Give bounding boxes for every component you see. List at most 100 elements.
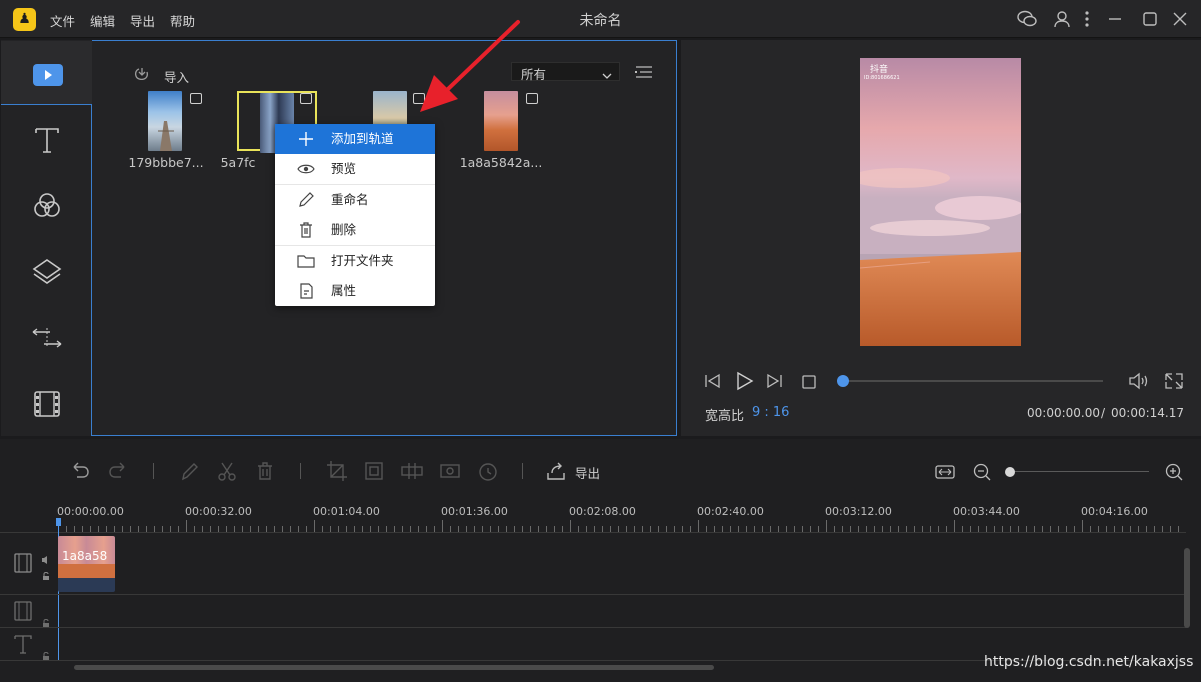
track-divider — [0, 627, 1186, 628]
undo-icon[interactable] — [68, 459, 92, 488]
wechat-icon[interactable] — [1017, 10, 1037, 28]
redo-icon[interactable] — [106, 459, 130, 488]
zoom-slider-track[interactable] — [1008, 471, 1149, 472]
timeline-timestamp: 00:03:44.00 — [953, 505, 1020, 518]
chevron-down-icon — [601, 66, 613, 79]
timeline-timestamp: 00:01:04.00 — [313, 505, 380, 518]
filter-icon[interactable] — [30, 190, 64, 222]
play-icon[interactable] — [734, 371, 754, 391]
timeline-timestamp: 00:00:00.00 — [57, 505, 124, 518]
ruler-baseline — [0, 532, 1186, 533]
timeline-clip[interactable]: 1a8a58 — [58, 536, 115, 592]
zoom-frame-icon[interactable] — [362, 459, 386, 488]
list-view-icon[interactable] — [634, 64, 654, 80]
time-total: 00:00:14.17 — [1111, 406, 1184, 420]
title-bar: ♟ 文件 编辑 导出 帮助 未命名 — [0, 0, 1201, 38]
more-icon[interactable] — [1077, 10, 1097, 28]
toolbar-separator — [300, 463, 301, 479]
video-watermark-id: ID:801686621 — [864, 75, 900, 81]
watermark-text: https://blog.csdn.net/kakaxjss — [984, 654, 1194, 670]
video-preview[interactable]: 抖音 ID:801686621 — [860, 58, 1021, 346]
timeline-timestamp: 00:02:40.00 — [697, 505, 764, 518]
export-icon[interactable] — [544, 459, 568, 488]
close-icon[interactable] — [1170, 10, 1190, 28]
mosaic-icon[interactable] — [400, 459, 424, 488]
text-icon[interactable] — [30, 124, 64, 156]
film-badge-icon — [300, 93, 312, 104]
next-frame-icon[interactable] — [766, 373, 784, 389]
video-track-icon — [12, 552, 34, 579]
context-properties[interactable]: 属性 — [275, 276, 435, 306]
progress-knob[interactable] — [837, 375, 849, 387]
context-open-folder[interactable]: 打开文件夹 — [275, 246, 435, 276]
duration-icon[interactable] — [476, 459, 500, 488]
import-button[interactable]: 导入 — [164, 67, 189, 86]
menu-help[interactable]: 帮助 — [170, 11, 195, 30]
volume-icon[interactable] — [1128, 372, 1150, 390]
toolbar-separator — [522, 463, 523, 479]
timeline-timestamp: 00:01:36.00 — [441, 505, 508, 518]
media-name-2[interactable]: 5a7fc — [203, 155, 273, 170]
timeline-timestamp: 00:00:32.00 — [185, 505, 252, 518]
prev-frame-icon[interactable] — [703, 373, 721, 389]
playhead-handle[interactable] — [56, 518, 61, 526]
timeline-timestamp: 00:04:16.00 — [1081, 505, 1148, 518]
toolbar-separator — [153, 463, 154, 479]
aspect-ratio-label: 宽高比 — [705, 409, 745, 424]
stop-icon[interactable] — [801, 374, 817, 389]
crop-icon[interactable] — [325, 459, 349, 488]
track-volume-icon[interactable] — [41, 550, 51, 564]
user-icon[interactable] — [1052, 10, 1072, 28]
overlay-track-icon — [12, 600, 34, 627]
transition-icon[interactable] — [30, 322, 64, 354]
filter-dropdown[interactable]: 所有 — [511, 62, 620, 82]
zoom-slider-knob[interactable] — [1005, 467, 1015, 477]
app-logo-icon: ♟ — [13, 8, 36, 31]
timeline-ruler[interactable] — [58, 520, 1188, 532]
film-badge-icon — [190, 93, 202, 104]
zoom-out-icon[interactable] — [972, 462, 992, 482]
fullscreen-icon[interactable] — [1164, 372, 1184, 390]
track-lock-icon[interactable] — [41, 613, 51, 627]
overlay-icon[interactable] — [30, 256, 64, 288]
freeze-frame-icon[interactable] — [438, 459, 462, 488]
filter-selected: 所有 — [521, 67, 547, 82]
context-delete[interactable]: 删除 — [275, 215, 435, 245]
film-badge-icon — [413, 93, 425, 104]
time-separator: / — [1101, 406, 1106, 420]
aspect-ratio-value[interactable]: 9 : 16 — [752, 405, 789, 420]
film-icon[interactable] — [30, 388, 64, 420]
progress-track[interactable] — [843, 380, 1103, 382]
zoom-in-icon[interactable] — [1164, 462, 1184, 482]
import-icon[interactable] — [133, 66, 151, 82]
sidebar-divider — [91, 104, 92, 436]
context-preview[interactable]: 预览 — [275, 154, 435, 184]
maximize-icon[interactable] — [1140, 10, 1160, 28]
timeline-timestamp: 00:03:12.00 — [825, 505, 892, 518]
minimize-icon[interactable] — [1105, 10, 1125, 28]
sidebar-divider-top — [1, 104, 92, 105]
context-add-to-track[interactable]: 添加到轨道 — [275, 124, 435, 154]
track-divider — [0, 594, 1186, 595]
fit-timeline-icon[interactable] — [934, 463, 956, 481]
properties-icon — [297, 276, 315, 316]
menu-edit[interactable]: 编辑 — [90, 11, 115, 30]
track-lock-icon[interactable] — [41, 566, 51, 580]
trash-icon[interactable] — [253, 459, 277, 488]
menu-export[interactable]: 导出 — [130, 11, 155, 30]
export-button[interactable]: 导出 — [575, 463, 600, 482]
horizontal-scrollbar[interactable] — [74, 665, 714, 670]
media-thumb-1[interactable] — [148, 91, 182, 151]
clip-label: 1a8a58 — [62, 549, 108, 563]
vertical-scrollbar[interactable] — [1184, 548, 1190, 628]
menu-file[interactable]: 文件 — [50, 11, 75, 30]
media-video-icon[interactable] — [33, 64, 63, 86]
text-track-icon — [12, 633, 34, 660]
track-lock-icon[interactable] — [41, 646, 51, 660]
edit-icon[interactable] — [178, 459, 202, 488]
context-rename[interactable]: 重命名 — [275, 185, 435, 215]
scissors-icon[interactable] — [215, 459, 239, 488]
media-name-4[interactable]: 1a8a5842a... — [446, 155, 556, 170]
media-thumb-4[interactable] — [484, 91, 518, 151]
context-menu: 添加到轨道 预览 重命名 删除 打开文件夹 属性 — [275, 124, 435, 306]
